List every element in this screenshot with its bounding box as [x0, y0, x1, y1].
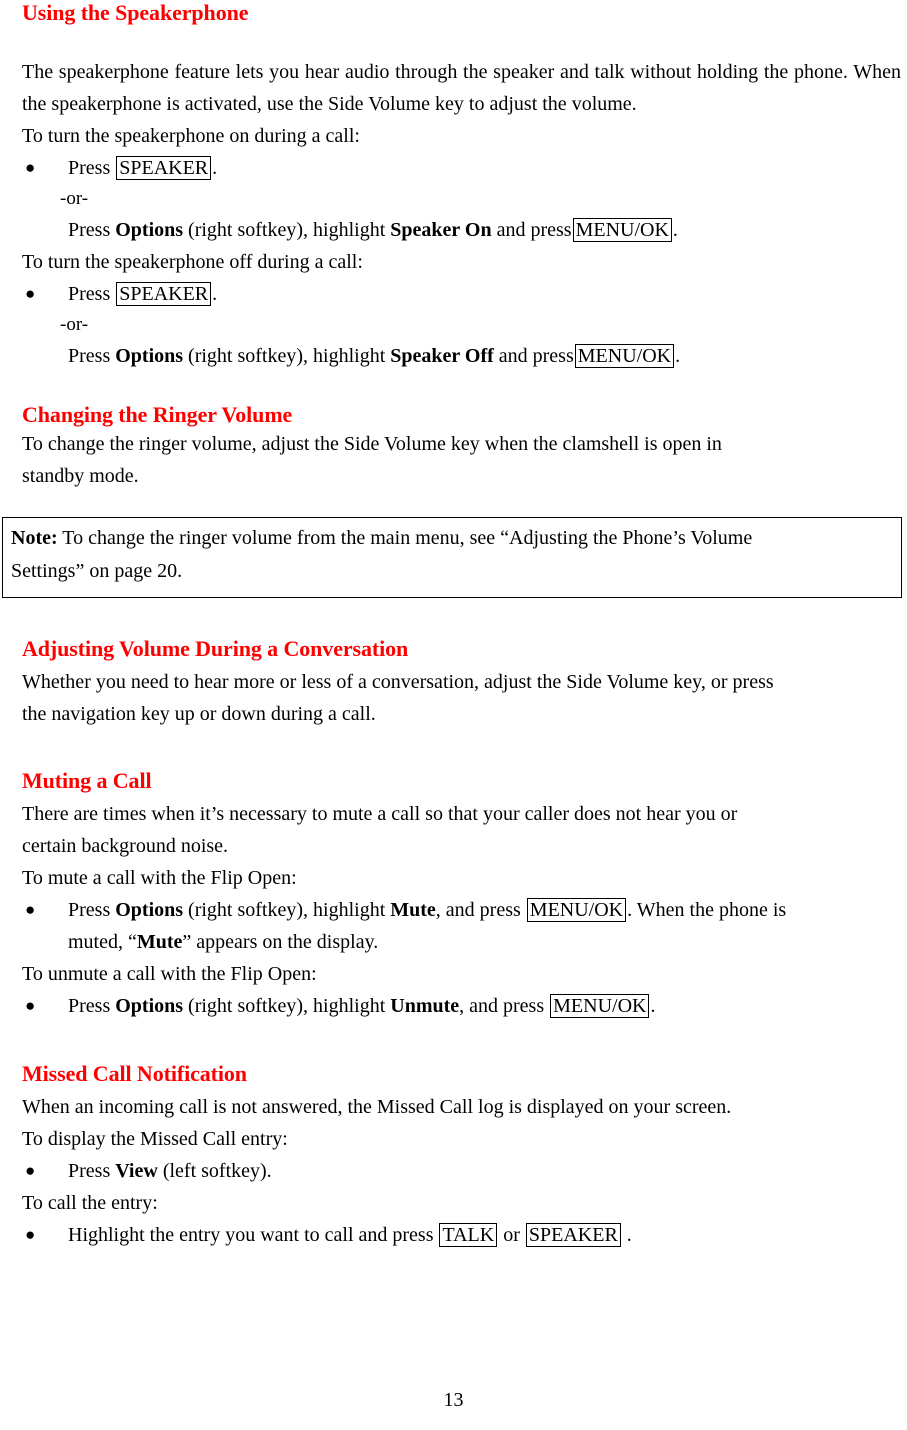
- section-heading-using-the-speakerphone: Using the Speakerphone: [22, 0, 249, 25]
- lead-in-call-entry: To call the entry:: [22, 1192, 158, 1214]
- manual-page: Using the Speakerphone The speakerphone …: [0, 0, 907, 1430]
- lead-in-unmute: To unmute a call with the Flip Open:: [22, 963, 317, 985]
- key-menu-ok[interactable]: MENU/OK: [526, 898, 627, 922]
- lead-in-display-entry: To display the Missed Call entry:: [22, 1128, 288, 1150]
- section-heading-muting-a-call: Muting a Call: [22, 768, 152, 793]
- bullet-icon: ●: [25, 1225, 36, 1244]
- list-item-press-speaker-on: ● Press SPEAKER.: [22, 152, 904, 184]
- display-indicator-mute: Mute: [136, 931, 183, 953]
- softkey-options-label[interactable]: Options: [115, 899, 183, 921]
- lead-in-turn-off: To turn the speakerphone off during a ca…: [22, 251, 363, 273]
- softkey-hint: (right softkey), highlight: [188, 995, 386, 1017]
- softkey-hint: (right softkey), highlight: [188, 899, 386, 921]
- note-line-1: Note: To change the ringer volume from t…: [11, 522, 895, 555]
- key-menu-ok[interactable]: MENU/OK: [574, 344, 675, 368]
- softkey-options-label[interactable]: Options: [115, 995, 183, 1017]
- period: .: [672, 219, 678, 241]
- mute-bullet-continuation: muted, “Mute” appears on the display.: [22, 926, 904, 958]
- lead-in-turn-on: To turn the speakerphone on during a cal…: [22, 125, 360, 147]
- bullet-icon: ●: [25, 996, 36, 1015]
- adjusting-volume-line-2: the navigation key up or down during a c…: [22, 703, 376, 725]
- key-speaker[interactable]: SPEAKER: [116, 156, 212, 180]
- softkey-hint: (left softkey).: [162, 1160, 272, 1182]
- missed-call-body: When an incoming call is not answered, t…: [22, 1091, 904, 1251]
- key-menu-ok[interactable]: MENU/OK: [550, 994, 650, 1018]
- lead-in-mute: To mute a call with the Flip Open:: [22, 867, 297, 889]
- period: .: [675, 345, 681, 367]
- list-item-press-speaker-off: ● Press SPEAKER.: [22, 278, 904, 310]
- key-speaker[interactable]: SPEAKER: [525, 1223, 621, 1247]
- and-press-label: and press: [496, 219, 572, 241]
- press-label: Press: [68, 1160, 111, 1182]
- press-label: Press: [68, 157, 111, 179]
- list-item-call-entry: ● Highlight the entry you want to call an…: [22, 1219, 904, 1251]
- page-number: 13: [443, 1389, 464, 1411]
- and-press-label: , and press: [435, 899, 521, 921]
- ringer-volume-line-1: To change the ringer volume, adjust the …: [22, 433, 722, 455]
- mute-display-post: ” appears on the display.: [182, 931, 379, 953]
- softkey-options-label[interactable]: Options: [115, 219, 183, 241]
- list-item-press-view: ● Press View (left softkey).: [22, 1155, 904, 1187]
- bullet-icon: ●: [25, 900, 36, 919]
- mute-display-pre: muted, “: [68, 931, 137, 953]
- menu-option-speaker-on[interactable]: Speaker On: [390, 219, 491, 241]
- bullet-icon: ●: [25, 284, 36, 303]
- or-separator-off: -or-: [60, 314, 89, 335]
- alt-step-speaker-on: Press Options (right softkey), highlight…: [22, 214, 904, 246]
- note-line-2: Settings” on page 20.: [11, 560, 183, 582]
- or-label: or: [503, 1224, 520, 1246]
- muting-intro-line-1: There are times when it’s necessary to m…: [22, 803, 738, 825]
- ringer-volume-line-2: standby mode.: [22, 465, 139, 487]
- menu-option-mute[interactable]: Mute: [390, 899, 436, 921]
- press-label: Press: [68, 283, 111, 305]
- and-press-label: , and press: [459, 995, 545, 1017]
- paragraph-speakerphone-intro: The speakerphone feature lets you hear a…: [22, 56, 904, 120]
- list-item-mute-call: ● Press Options (right softkey), highligh…: [22, 894, 904, 926]
- press-label: Press: [68, 899, 111, 921]
- softkey-hint: (right softkey), highlight: [188, 345, 386, 367]
- key-speaker[interactable]: SPEAKER: [116, 282, 212, 306]
- period: .: [626, 1224, 632, 1246]
- softkey-hint: (right softkey), highlight: [188, 219, 386, 241]
- note-label: Note:: [11, 527, 58, 549]
- menu-option-speaker-off[interactable]: Speaker Off: [390, 345, 494, 367]
- section-heading-missed-call-notification: Missed Call Notification: [22, 1061, 247, 1086]
- unmute-bullet-tail: .: [650, 995, 656, 1017]
- period: .: [212, 157, 218, 179]
- adjusting-volume-line-1: Whether you need to hear more or less of…: [22, 671, 774, 693]
- softkey-options-label[interactable]: Options: [115, 345, 183, 367]
- muting-intro: There are times when it’s necessary to m…: [22, 798, 904, 1022]
- period: .: [212, 283, 218, 305]
- alt-step-speaker-off: Press Options (right softkey), highlight…: [22, 340, 904, 372]
- key-menu-ok[interactable]: MENU/OK: [572, 218, 672, 242]
- list-item-unmute-call: ● Press Options (right softkey), highligh…: [22, 990, 904, 1022]
- missed-call-description: When an incoming call is not answered, t…: [22, 1096, 732, 1118]
- note-box: Note: To change the ringer volume from t…: [2, 517, 902, 598]
- press-label: Press: [68, 345, 111, 367]
- muting-intro-line-2: certain background noise.: [22, 835, 229, 857]
- note-text-1: To change the ringer volume from the mai…: [62, 527, 753, 549]
- section-heading-changing-the-ringer-volume: Changing the Ringer Volume: [22, 402, 293, 427]
- call-entry-instruction: Highlight the entry you want to call and…: [68, 1224, 434, 1246]
- bullet-icon: ●: [25, 158, 36, 177]
- key-talk[interactable]: TALK: [439, 1223, 498, 1247]
- mute-bullet-tail: . When the phone is: [627, 899, 787, 921]
- and-press-label: and press: [498, 345, 574, 367]
- bullet-icon: ●: [25, 1161, 36, 1180]
- or-separator-on: -or-: [60, 188, 89, 209]
- press-label: Press: [68, 995, 111, 1017]
- menu-option-unmute[interactable]: Unmute: [390, 995, 459, 1017]
- section-heading-adjusting-volume-during-a-conversation: Adjusting Volume During a Conversation: [22, 636, 409, 661]
- softkey-view-label[interactable]: View: [115, 1160, 158, 1182]
- paragraph-text: The speakerphone feature lets you hear a…: [22, 61, 901, 115]
- press-label: Press: [68, 219, 111, 241]
